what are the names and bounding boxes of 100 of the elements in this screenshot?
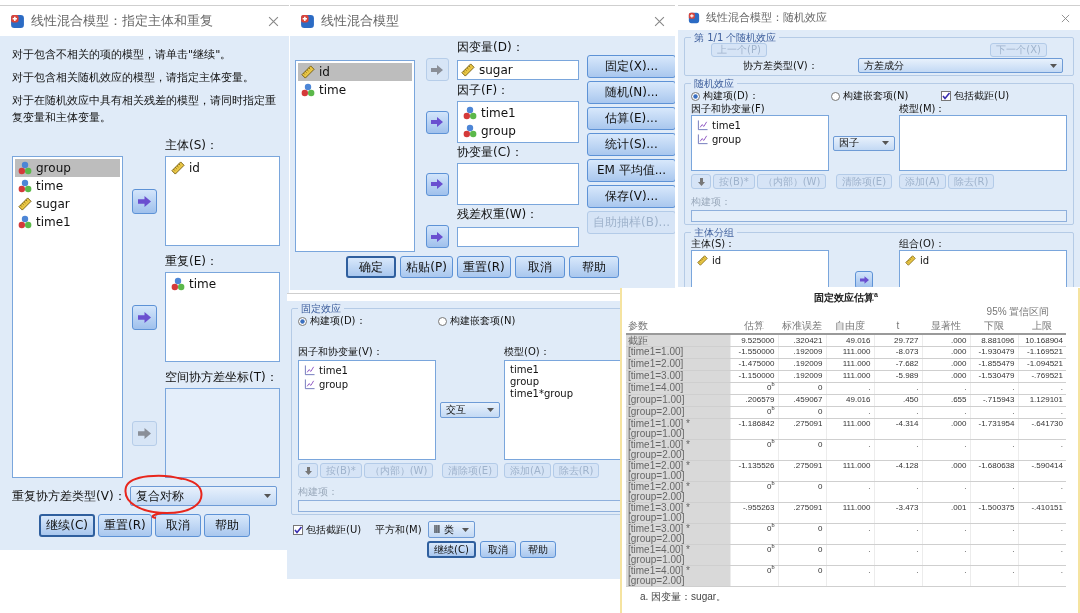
table-cell: 0$^{b}$ [730, 565, 778, 586]
ruler-icon [697, 254, 708, 266]
dropdown[interactable]: Ⅲ 类 [427, 521, 475, 538]
list-item[interactable]: id [902, 253, 1064, 267]
arrow-button[interactable] [425, 172, 449, 196]
caret-icon [264, 494, 271, 498]
list-item[interactable]: time1 [301, 363, 433, 377]
dialog-button[interactable]: 固定(X)... [587, 55, 675, 78]
list-item[interactable]: time [298, 81, 412, 99]
table-cell: 0$^{b}$ [730, 523, 778, 544]
table-cell: . [826, 481, 874, 502]
list-item[interactable]: time1 [15, 213, 120, 231]
close-icon[interactable] [654, 15, 665, 27]
dialog-button[interactable]: 重置(R) [98, 514, 152, 537]
table-cell: . [922, 439, 970, 460]
list-item[interactable]: id [298, 63, 412, 81]
checkbox[interactable]: 包括截距(U) [941, 90, 1067, 102]
dialog-button[interactable]: 继续(C) [39, 514, 95, 537]
dialog-button[interactable]: 估算(E)... [587, 107, 675, 130]
row-header: [time1=2.00] * [group=1.00] [626, 460, 730, 481]
dialog-button[interactable]: 随机(N)... [587, 81, 675, 104]
list-item[interactable]: id [694, 253, 826, 267]
field-label: 残差权重(W)： [457, 207, 540, 223]
field-label: 构建项： [691, 196, 731, 207]
list-item[interactable]: time [15, 177, 120, 195]
table-cell: -1.680638 [970, 460, 1018, 481]
dialog-button[interactable]: 取消 [154, 514, 201, 537]
arrow-button[interactable] [855, 271, 873, 287]
dialog-button[interactable]: EM 平均值... [587, 159, 675, 182]
table-cell: . [874, 523, 922, 544]
dialog-button[interactable]: 帮助 [568, 256, 619, 278]
table-cell: .000 [922, 358, 970, 370]
dialog-button[interactable]: 继续(C) [427, 541, 476, 558]
radio-button[interactable]: 构建项(D)： [691, 90, 831, 102]
list-item[interactable]: group [301, 377, 433, 391]
list-item[interactable]: time1 [694, 118, 826, 132]
arrow-button[interactable] [131, 188, 157, 214]
table-cell: -1.475000 [730, 358, 778, 370]
table-cell: . [970, 439, 1018, 460]
arrow-icon [431, 64, 443, 75]
list-item[interactable]: group [15, 159, 120, 177]
arrow-icon [431, 179, 443, 189]
table-cell: 1.129101 [1018, 394, 1066, 406]
dialog-button[interactable]: 保存(V)... [587, 185, 675, 208]
list-item[interactable]: group [507, 375, 620, 387]
close-icon[interactable] [1061, 13, 1070, 23]
table-cell: .206579 [730, 394, 778, 406]
dialog-button[interactable]: 帮助 [519, 541, 556, 558]
checkbox[interactable]: 包括截距(U) [293, 523, 362, 536]
row-header: [time1=4.00] * [group=2.00] [626, 565, 730, 586]
list-item[interactable]: group [460, 122, 576, 140]
column-header: 显著性 [922, 319, 970, 334]
field-label: 模型(M)： [899, 103, 947, 115]
input-field[interactable] [457, 226, 579, 247]
table-cell: -.769521 [1018, 370, 1066, 382]
dialog-button[interactable]: 帮助 [203, 514, 250, 537]
dialog-button[interactable]: 粘贴(P) [400, 256, 453, 278]
table-cell: -1.930479 [970, 346, 1018, 358]
dialog-button[interactable]: 取消 [479, 541, 516, 558]
table-cell: 0$^{b}$ [730, 382, 778, 394]
table-cell: 0 [778, 439, 826, 460]
caret-icon [1049, 63, 1057, 68]
list-item[interactable]: group [694, 132, 826, 146]
dialog-button[interactable]: 取消 [514, 256, 565, 278]
table-cell: 49.016 [826, 394, 874, 406]
table-cell: 10.168904 [1018, 334, 1066, 346]
field-label: 平方和(M) [375, 523, 422, 536]
table-cell: 0$^{b}$ [730, 439, 778, 460]
dropdown[interactable]: 方差成分 [857, 58, 1063, 73]
dropdown[interactable]: 交互 [440, 402, 500, 418]
list-item[interactable]: id [168, 159, 277, 177]
table-cell: -1.094521 [1018, 358, 1066, 370]
dialog-button[interactable]: 重置(R) [456, 256, 511, 278]
ruler-icon [905, 254, 916, 266]
table-cell: -1.530479 [970, 370, 1018, 382]
list-item[interactable]: sugar [15, 195, 120, 213]
dialog-button[interactable]: 统计(S)... [587, 133, 675, 156]
dropdown[interactable]: 复合对称 [129, 486, 277, 506]
chart-icon [697, 119, 708, 131]
table-cell: 111.000 [826, 346, 874, 358]
dialog-button[interactable]: 确定 [346, 256, 397, 278]
arrow-button[interactable] [131, 304, 157, 330]
input-field[interactable] [691, 210, 1067, 222]
input-field[interactable] [298, 500, 620, 512]
radio-button[interactable]: 构建项(D)： [298, 315, 438, 327]
window-title: 线性混合模型：随机效应 [706, 11, 827, 25]
column-header: 标准误差 [778, 319, 826, 334]
field-label: 协变量(C)： [457, 145, 524, 161]
arrow-button[interactable] [425, 110, 449, 134]
close-icon[interactable] [268, 15, 279, 27]
arrow-button[interactable] [425, 225, 449, 248]
radio-button[interactable]: 构建嵌套项(N) [831, 90, 941, 102]
list-item[interactable]: time [168, 275, 277, 293]
dropdown[interactable]: 因子 [833, 135, 895, 151]
table-cell: . [1018, 439, 1066, 460]
list-item[interactable]: time1*group [507, 387, 620, 399]
list-item[interactable]: time1 [460, 104, 576, 122]
list-item[interactable]: time1 [507, 363, 620, 375]
chart-icon [304, 364, 315, 376]
radio-button[interactable]: 构建嵌套项(N) [438, 315, 620, 327]
